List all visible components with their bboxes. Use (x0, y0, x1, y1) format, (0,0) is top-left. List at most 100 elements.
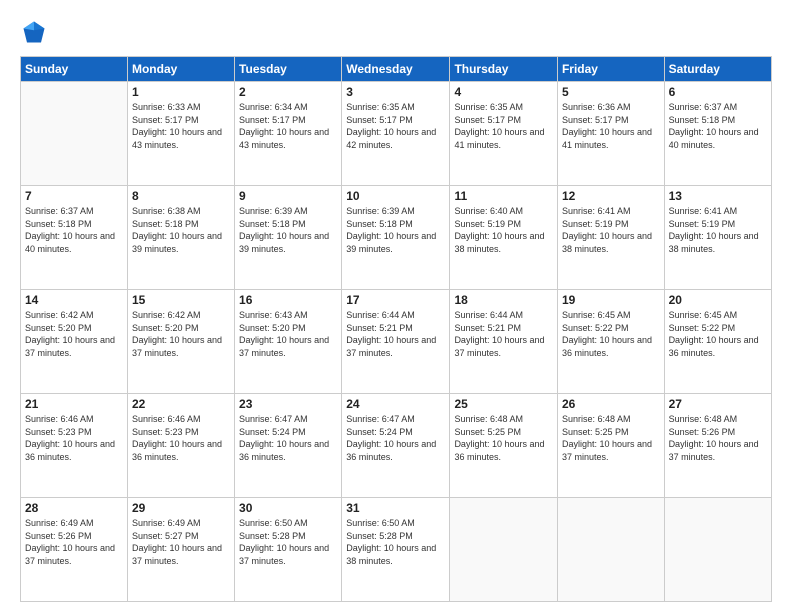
calendar-header: SundayMondayTuesdayWednesdayThursdayFrid… (21, 57, 772, 82)
day-number: 30 (239, 501, 337, 515)
calendar-cell: 20Sunrise: 6:45 AM Sunset: 5:22 PM Dayli… (664, 290, 771, 394)
calendar-cell: 5Sunrise: 6:36 AM Sunset: 5:17 PM Daylig… (557, 82, 664, 186)
header-row: SundayMondayTuesdayWednesdayThursdayFrid… (21, 57, 772, 82)
calendar-cell (450, 498, 558, 602)
day-of-week-friday: Friday (557, 57, 664, 82)
day-number: 13 (669, 189, 767, 203)
calendar-cell (557, 498, 664, 602)
week-row-0: 1 Sunrise: 6:33 AM Sunset: 5:17 PM Daylig… (21, 82, 772, 186)
day-number: 7 (25, 189, 123, 203)
calendar-cell: 3 Sunrise: 6:35 AM Sunset: 5:17 PM Daylig… (342, 82, 450, 186)
day-info: Sunrise: 6:48 AM Sunset: 5:25 PM Dayligh… (562, 413, 660, 463)
calendar-cell: 10 Sunrise: 6:39 AM Sunset: 5:18 PM Dayli… (342, 186, 450, 290)
logo-icon (20, 18, 48, 46)
day-of-week-saturday: Saturday (664, 57, 771, 82)
day-number: 23 (239, 397, 337, 411)
day-info: Sunrise: 6:35 AM Sunset: 5:17 PM Dayligh… (346, 101, 445, 151)
calendar-cell: 23 Sunrise: 6:47 AM Sunset: 5:24 PM Dayli… (235, 394, 342, 498)
day-info: Sunrise: 6:45 AM Sunset: 5:22 PM Dayligh… (562, 309, 660, 359)
day-info: Sunrise: 6:37 AM Sunset: 5:18 PM Dayligh… (25, 205, 123, 255)
day-number: 21 (25, 397, 123, 411)
day-number: 19 (562, 293, 660, 307)
calendar-cell: 31 Sunrise: 6:50 AM Sunset: 5:28 PM Dayli… (342, 498, 450, 602)
day-number: 18 (454, 293, 553, 307)
calendar-cell: 24Sunrise: 6:47 AM Sunset: 5:24 PM Dayli… (342, 394, 450, 498)
week-row-1: 7 Sunrise: 6:37 AM Sunset: 5:18 PM Daylig… (21, 186, 772, 290)
day-number: 9 (239, 189, 337, 203)
day-number: 8 (132, 189, 230, 203)
calendar-cell: 14 Sunrise: 6:42 AM Sunset: 5:20 PM Dayli… (21, 290, 128, 394)
calendar-cell: 11 Sunrise: 6:40 AM Sunset: 5:19 PM Dayli… (450, 186, 558, 290)
calendar-cell: 8 Sunrise: 6:38 AM Sunset: 5:18 PM Daylig… (127, 186, 234, 290)
day-info: Sunrise: 6:50 AM Sunset: 5:28 PM Dayligh… (346, 517, 445, 567)
day-info: Sunrise: 6:41 AM Sunset: 5:19 PM Dayligh… (562, 205, 660, 255)
calendar-cell: 13Sunrise: 6:41 AM Sunset: 5:19 PM Dayli… (664, 186, 771, 290)
day-number: 2 (239, 85, 337, 99)
day-info: Sunrise: 6:45 AM Sunset: 5:22 PM Dayligh… (669, 309, 767, 359)
day-number: 11 (454, 189, 553, 203)
calendar-body: 1 Sunrise: 6:33 AM Sunset: 5:17 PM Daylig… (21, 82, 772, 602)
day-info: Sunrise: 6:34 AM Sunset: 5:17 PM Dayligh… (239, 101, 337, 151)
day-number: 15 (132, 293, 230, 307)
day-info: Sunrise: 6:48 AM Sunset: 5:26 PM Dayligh… (669, 413, 767, 463)
day-of-week-monday: Monday (127, 57, 234, 82)
calendar-cell: 2 Sunrise: 6:34 AM Sunset: 5:17 PM Daylig… (235, 82, 342, 186)
calendar: SundayMondayTuesdayWednesdayThursdayFrid… (20, 56, 772, 602)
day-number: 10 (346, 189, 445, 203)
day-info: Sunrise: 6:38 AM Sunset: 5:18 PM Dayligh… (132, 205, 230, 255)
day-number: 27 (669, 397, 767, 411)
calendar-cell (664, 498, 771, 602)
calendar-cell: 18 Sunrise: 6:44 AM Sunset: 5:21 PM Dayli… (450, 290, 558, 394)
day-number: 4 (454, 85, 553, 99)
week-row-3: 21 Sunrise: 6:46 AM Sunset: 5:23 PM Dayli… (21, 394, 772, 498)
logo (20, 18, 52, 46)
calendar-cell: 16Sunrise: 6:43 AM Sunset: 5:20 PM Dayli… (235, 290, 342, 394)
day-number: 31 (346, 501, 445, 515)
day-info: Sunrise: 6:48 AM Sunset: 5:25 PM Dayligh… (454, 413, 553, 463)
calendar-cell: 29Sunrise: 6:49 AM Sunset: 5:27 PM Dayli… (127, 498, 234, 602)
day-number: 22 (132, 397, 230, 411)
day-number: 1 (132, 85, 230, 99)
day-info: Sunrise: 6:39 AM Sunset: 5:18 PM Dayligh… (239, 205, 337, 255)
calendar-cell: 22 Sunrise: 6:46 AM Sunset: 5:23 PM Dayli… (127, 394, 234, 498)
calendar-cell: 30 Sunrise: 6:50 AM Sunset: 5:28 PM Dayli… (235, 498, 342, 602)
day-number: 28 (25, 501, 123, 515)
day-info: Sunrise: 6:37 AM Sunset: 5:18 PM Dayligh… (669, 101, 767, 151)
day-of-week-wednesday: Wednesday (342, 57, 450, 82)
day-info: Sunrise: 6:35 AM Sunset: 5:17 PM Dayligh… (454, 101, 553, 151)
header (20, 18, 772, 46)
day-number: 6 (669, 85, 767, 99)
calendar-cell: 19 Sunrise: 6:45 AM Sunset: 5:22 PM Dayli… (557, 290, 664, 394)
day-info: Sunrise: 6:47 AM Sunset: 5:24 PM Dayligh… (239, 413, 337, 463)
calendar-cell: 15 Sunrise: 6:42 AM Sunset: 5:20 PM Dayli… (127, 290, 234, 394)
day-info: Sunrise: 6:50 AM Sunset: 5:28 PM Dayligh… (239, 517, 337, 567)
day-of-week-thursday: Thursday (450, 57, 558, 82)
calendar-cell: 26Sunrise: 6:48 AM Sunset: 5:25 PM Dayli… (557, 394, 664, 498)
day-info: Sunrise: 6:39 AM Sunset: 5:18 PM Dayligh… (346, 205, 445, 255)
day-number: 3 (346, 85, 445, 99)
calendar-cell: 4 Sunrise: 6:35 AM Sunset: 5:17 PM Daylig… (450, 82, 558, 186)
calendar-cell: 28Sunrise: 6:49 AM Sunset: 5:26 PM Dayli… (21, 498, 128, 602)
day-of-week-tuesday: Tuesday (235, 57, 342, 82)
calendar-cell: 27 Sunrise: 6:48 AM Sunset: 5:26 PM Dayli… (664, 394, 771, 498)
day-info: Sunrise: 6:40 AM Sunset: 5:19 PM Dayligh… (454, 205, 553, 255)
calendar-cell: 6 Sunrise: 6:37 AM Sunset: 5:18 PM Daylig… (664, 82, 771, 186)
day-info: Sunrise: 6:33 AM Sunset: 5:17 PM Dayligh… (132, 101, 230, 151)
day-number: 25 (454, 397, 553, 411)
calendar-cell (21, 82, 128, 186)
day-info: Sunrise: 6:44 AM Sunset: 5:21 PM Dayligh… (346, 309, 445, 359)
day-info: Sunrise: 6:44 AM Sunset: 5:21 PM Dayligh… (454, 309, 553, 359)
day-info: Sunrise: 6:46 AM Sunset: 5:23 PM Dayligh… (132, 413, 230, 463)
day-info: Sunrise: 6:42 AM Sunset: 5:20 PM Dayligh… (132, 309, 230, 359)
calendar-cell: 21 Sunrise: 6:46 AM Sunset: 5:23 PM Dayli… (21, 394, 128, 498)
page: SundayMondayTuesdayWednesdayThursdayFrid… (0, 0, 792, 612)
day-info: Sunrise: 6:42 AM Sunset: 5:20 PM Dayligh… (25, 309, 123, 359)
day-number: 24 (346, 397, 445, 411)
day-info: Sunrise: 6:46 AM Sunset: 5:23 PM Dayligh… (25, 413, 123, 463)
day-number: 14 (25, 293, 123, 307)
calendar-cell: 12 Sunrise: 6:41 AM Sunset: 5:19 PM Dayli… (557, 186, 664, 290)
calendar-cell: 17Sunrise: 6:44 AM Sunset: 5:21 PM Dayli… (342, 290, 450, 394)
calendar-cell: 25 Sunrise: 6:48 AM Sunset: 5:25 PM Dayli… (450, 394, 558, 498)
day-number: 12 (562, 189, 660, 203)
calendar-cell: 7 Sunrise: 6:37 AM Sunset: 5:18 PM Daylig… (21, 186, 128, 290)
